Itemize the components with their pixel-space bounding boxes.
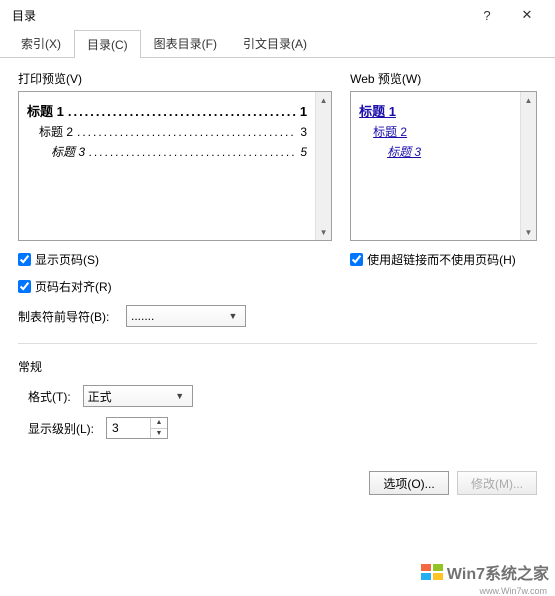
right-align-row: 页码右对齐(R) <box>18 278 332 295</box>
format-row: 格式(T): 正式 ▼ <box>18 385 537 407</box>
tab-strip: 索引(X) 目录(C) 图表目录(F) 引文目录(A) <box>0 30 555 58</box>
format-value: 正式 <box>88 388 172 405</box>
print-preview-column: 打印预览(V) 标题 1 ...........................… <box>18 70 332 337</box>
print-preview-label: 打印预览(V) <box>18 70 82 87</box>
print-preview-box: 标题 1 ...................................… <box>18 91 332 241</box>
levels-label: 显示级别(L): <box>28 420 94 437</box>
right-align-checkbox[interactable] <box>18 280 31 293</box>
close-button[interactable]: ✕ <box>507 1 547 29</box>
spinner-down-icon[interactable]: ▼ <box>151 429 167 439</box>
web-preview-scrollbar[interactable]: ▲ ▼ <box>520 92 536 240</box>
window-title: 目录 <box>12 7 467 24</box>
levels-value: 3 <box>107 418 151 438</box>
scroll-up-icon[interactable]: ▲ <box>521 92 536 108</box>
show-page-numbers-row: 显示页码(S) <box>18 251 332 268</box>
toc-line-3: 标题 3 ...................................… <box>27 143 307 160</box>
web-preview-box: 标题 1 标题 2 标题 3 ▲ ▼ <box>350 91 537 241</box>
tab-figures[interactable]: 图表目录(F) <box>141 29 230 57</box>
tab-toc[interactable]: 目录(C) <box>74 30 141 58</box>
use-hyperlinks-label: 使用超链接而不使用页码(H) <box>367 251 516 268</box>
help-button[interactable]: ? <box>467 1 507 29</box>
chevron-down-icon: ▼ <box>225 311 241 321</box>
toc-line-2: 标题 2 ...................................… <box>27 123 307 140</box>
windows-flag-icon <box>421 564 443 580</box>
right-align-label: 页码右对齐(R) <box>35 278 112 295</box>
show-page-numbers-label: 显示页码(S) <box>35 251 99 268</box>
use-hyperlinks-row: 使用超链接而不使用页码(H) <box>350 251 537 268</box>
scroll-up-icon[interactable]: ▲ <box>316 92 331 108</box>
web-preview-label: Web 预览(W) <box>350 70 421 87</box>
format-select[interactable]: 正式 ▼ <box>83 385 193 407</box>
leader-row: 制表符前导符(B): ....... ▼ <box>18 305 332 327</box>
levels-row: 显示级别(L): 3 ▲ ▼ <box>18 417 537 439</box>
dialog-footer: 选项(O)... 修改(M)... <box>0 457 555 509</box>
use-hyperlinks-checkbox[interactable] <box>350 253 363 266</box>
web-link-1[interactable]: 标题 1 <box>359 101 512 120</box>
print-preview-scrollbar[interactable]: ▲ ▼ <box>315 92 331 240</box>
titlebar: 目录 ? ✕ <box>0 0 555 30</box>
web-link-3[interactable]: 标题 3 <box>387 143 512 160</box>
show-page-numbers-checkbox[interactable] <box>18 253 31 266</box>
chevron-down-icon: ▼ <box>172 391 188 401</box>
options-button[interactable]: 选项(O)... <box>369 471 449 495</box>
leader-value: ....... <box>131 309 225 323</box>
dialog-content: 打印预览(V) 标题 1 ...........................… <box>0 58 555 457</box>
scroll-down-icon[interactable]: ▼ <box>316 224 331 240</box>
toc-line-1: 标题 1 ...................................… <box>27 101 307 120</box>
scroll-down-icon[interactable]: ▼ <box>521 224 536 240</box>
tab-citations[interactable]: 引文目录(A) <box>230 29 320 57</box>
divider <box>18 343 537 344</box>
web-preview-column: Web 预览(W) 标题 1 标题 2 标题 3 ▲ ▼ 使用超链接而不使用页码… <box>350 70 537 337</box>
web-link-2[interactable]: 标题 2 <box>373 123 512 140</box>
general-section-label: 常规 <box>18 358 537 375</box>
watermark: Win7系统之家 www.Win7w.com <box>421 560 549 584</box>
spinner-up-icon[interactable]: ▲ <box>151 418 167 429</box>
leader-label: 制表符前导符(B): <box>18 308 118 325</box>
modify-button[interactable]: 修改(M)... <box>457 471 537 495</box>
levels-spinner[interactable]: 3 ▲ ▼ <box>106 417 168 439</box>
leader-select[interactable]: ....... ▼ <box>126 305 246 327</box>
format-label: 格式(T): <box>28 388 71 405</box>
watermark-text: Win7系统之家 <box>447 560 549 584</box>
tab-index[interactable]: 索引(X) <box>8 29 74 57</box>
